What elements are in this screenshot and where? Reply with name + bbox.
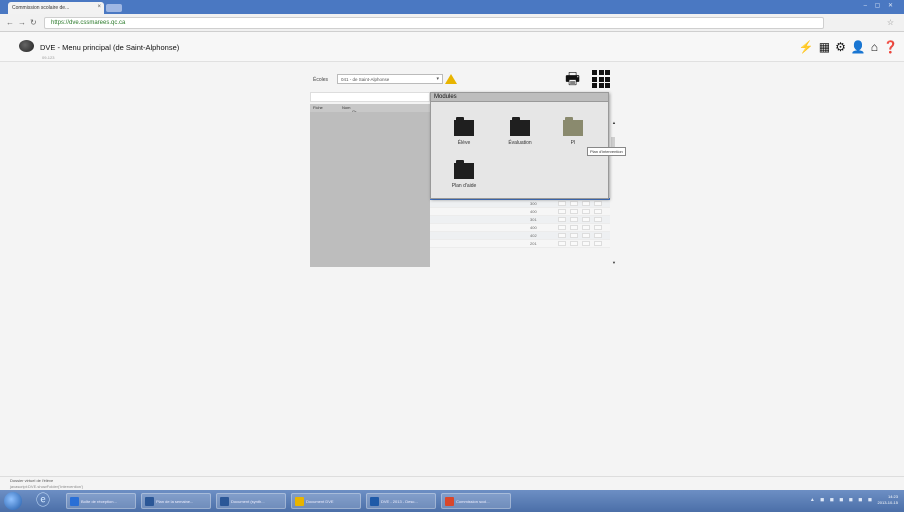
url-field[interactable]: https://dve.cssmarees.qc.ca <box>44 17 824 29</box>
reload-icon[interactable]: ↻ <box>30 18 37 27</box>
gear-icon[interactable]: ⚙ <box>835 41 846 53</box>
chevron-down-icon: ▾ <box>436 76 439 82</box>
taskbar-item[interactable]: DVE - 2013 - Desc... <box>366 493 436 509</box>
address-bar: ← → ↻ https://dve.cssmarees.qc.ca ☆ <box>0 14 904 32</box>
browser-tab-bar: Commission scolaire de... × – ▢ ✕ <box>0 0 904 14</box>
column-header[interactable]: Fiche <box>313 105 323 110</box>
help-icon[interactable]: ❓ <box>883 41 898 53</box>
browser-icon[interactable]: ⓔ <box>36 493 50 507</box>
app-header: DVE - Menu principal (de Saint-Alphonse)… <box>0 32 904 62</box>
status-link: javascript:DVE.showFolder('Intervention'… <box>10 484 84 489</box>
scroll-up-icon[interactable]: ▲ <box>612 120 616 125</box>
row-number: 400 <box>530 209 537 214</box>
row-number: 201 <box>530 241 537 246</box>
taskbar-clock[interactable]: 14:23 2013-10-15 <box>878 494 898 506</box>
status-text: Dossier virtuel de l'élève <box>10 478 54 483</box>
table-row[interactable]: 201 <box>430 240 610 248</box>
table-row[interactable]: 402 <box>430 232 610 240</box>
page-title: DVE - Menu principal (de Saint-Alphonse) <box>40 43 180 52</box>
tab-title: Commission scolaire de... <box>12 5 70 11</box>
row-number: 300 <box>530 201 537 206</box>
taskbar-item[interactable]: Boîte de réception... <box>66 493 136 509</box>
new-tab-button[interactable] <box>106 4 122 12</box>
taskbar-item[interactable]: Document (synth... <box>216 493 286 509</box>
bolt-icon[interactable]: ⚡ <box>799 41 814 53</box>
row-number: 400 <box>530 225 537 230</box>
table-row[interactable]: 400 <box>430 208 610 216</box>
grid-menu-icon[interactable] <box>592 70 610 88</box>
table-rows: 300 400 301 400 402 201 <box>430 200 610 267</box>
grid-icon[interactable]: ▦ <box>819 41 830 53</box>
row-number: 402 <box>530 233 537 238</box>
start-button[interactable] <box>4 492 22 510</box>
folder-icon <box>510 117 530 136</box>
scroll-down-icon[interactable]: ▼ <box>612 260 616 265</box>
tooltip: Plan d'intervention <box>587 147 626 156</box>
table-row[interactable]: 300 <box>430 200 610 208</box>
back-icon[interactable]: ← <box>6 18 14 27</box>
column-header[interactable]: Nom <box>342 105 350 110</box>
folder-icon <box>454 160 474 179</box>
warning-icon[interactable] <box>445 74 457 84</box>
bookmark-star-icon[interactable]: ☆ <box>887 18 894 27</box>
row-number: 301 <box>530 217 537 222</box>
table-filter-row[interactable] <box>310 92 430 102</box>
taskbar: ⓔ Boîte de réception... Plan de la semai… <box>0 490 904 512</box>
user-icon[interactable]: 👤 <box>851 41 866 53</box>
taskbar-item[interactable]: Document DVE <box>291 493 361 509</box>
table-row[interactable]: 400 <box>430 224 610 232</box>
modules-title: Modules <box>431 93 608 102</box>
browser-tab[interactable]: Commission scolaire de... × <box>8 2 104 14</box>
module-label: Plan d'aide <box>451 183 477 189</box>
table-row[interactable]: 301 <box>430 216 610 224</box>
taskbar-item[interactable]: Plan de la semaine... <box>141 493 211 509</box>
module-evaluation[interactable]: Évaluation <box>500 117 540 146</box>
ecoles-label: Écoles <box>313 77 329 83</box>
table-body-left <box>310 112 430 267</box>
status-bar: Dossier virtuel de l'élève javascript:DV… <box>0 476 904 490</box>
modules-popup: Modules Élève Évaluation PI Plan d'aide <box>430 92 609 199</box>
header-icon-group: ⚡ ▦ ⚙ 👤 ⌂ ❓ <box>799 41 898 53</box>
ecoles-select-value: 041 - de Saint-Alphonse <box>341 77 390 82</box>
home-icon[interactable]: ⌂ <box>871 41 878 53</box>
folder-icon <box>454 117 474 136</box>
module-eleve[interactable]: Élève <box>444 117 484 146</box>
app-logo <box>19 40 34 52</box>
close-tab-icon[interactable]: × <box>97 4 101 10</box>
folder-icon <box>563 117 583 136</box>
window-controls[interactable]: – ▢ ✕ <box>864 2 896 9</box>
system-tray[interactable]: ▲ ◼ ◼ ◼ ◼ ◼ ◼ <box>810 497 874 503</box>
module-label: Évaluation <box>508 140 532 146</box>
print-icon[interactable]: 🖶 <box>565 72 580 88</box>
module-label: Élève <box>457 140 471 146</box>
module-plan-aide[interactable]: Plan d'aide <box>444 160 484 189</box>
ecoles-select[interactable]: 041 - de Saint-Alphonse ▾ <box>337 74 443 84</box>
module-pi[interactable]: PI <box>553 117 593 146</box>
forward-icon[interactable]: → <box>18 18 26 27</box>
taskbar-item[interactable]: Commission scol... <box>441 493 511 509</box>
module-label: PI <box>570 140 576 146</box>
table-header: Fiche Nom Gr <box>310 104 430 114</box>
page-subtitle: 09-123 <box>42 55 55 60</box>
